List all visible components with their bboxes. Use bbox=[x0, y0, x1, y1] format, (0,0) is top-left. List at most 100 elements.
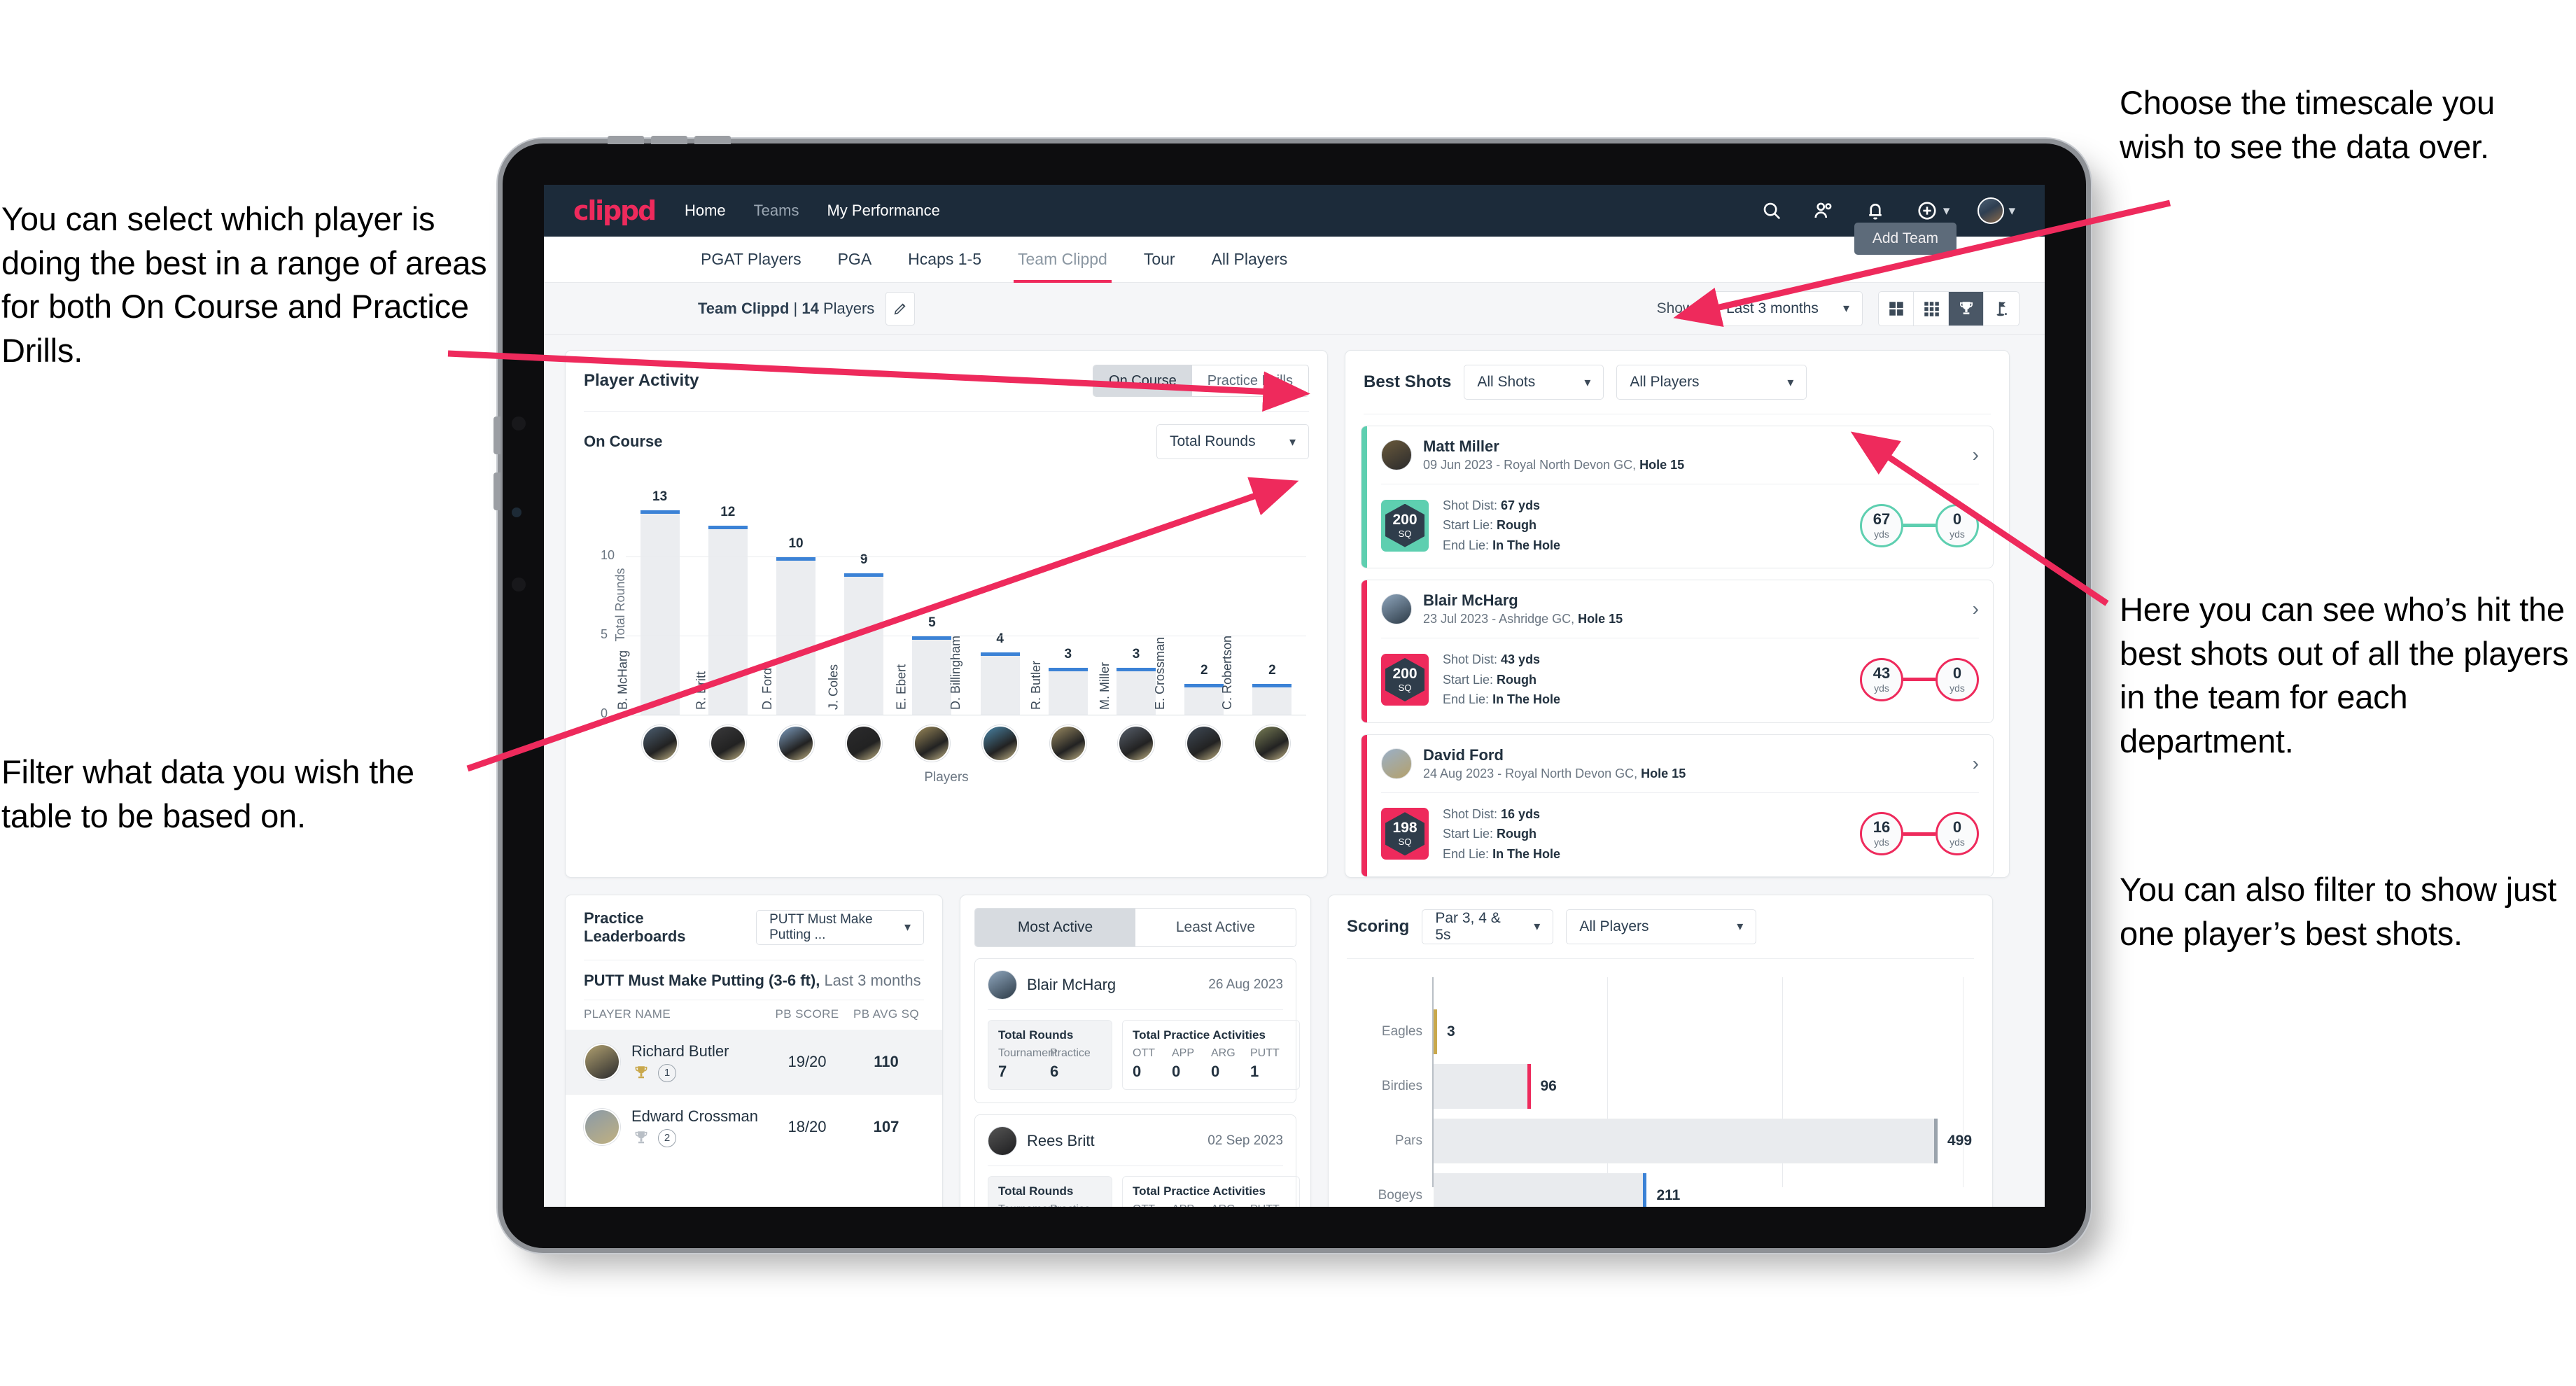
chart-bar-column[interactable]: 3 R. Butler bbox=[1029, 494, 1102, 715]
nav-link-home[interactable]: Home bbox=[685, 202, 726, 220]
tab-pgat-players[interactable]: PGAT Players bbox=[701, 237, 802, 283]
chart-bar-column[interactable]: 2 C. Robertson bbox=[1220, 494, 1306, 715]
search-icon[interactable] bbox=[1760, 199, 1784, 223]
section-tabbar: PGAT Players PGA Hcaps 1-5 Team Clippd T… bbox=[544, 223, 2045, 283]
total-practice-box: Total Practice ActivitiesOTTAPPARGPUTT00… bbox=[1122, 1019, 1300, 1090]
user-menu[interactable]: ▾ bbox=[1977, 197, 2015, 224]
scoring-bar[interactable] bbox=[1434, 1009, 1437, 1054]
chart-bar-column[interactable]: 4 D. Billingham bbox=[948, 494, 1034, 715]
chart-avatar[interactable] bbox=[1238, 725, 1306, 762]
leaderboard-subtitle: PUTT Must Make Putting (3-6 ft), Last 3 … bbox=[566, 960, 942, 1000]
practice-col-value: 0 bbox=[1133, 1062, 1142, 1080]
drill-select[interactable]: PUTT Must Make Putting ... ▾ bbox=[756, 909, 924, 945]
chart-bar[interactable]: R. Britt bbox=[694, 526, 748, 715]
practice-col-label: ARG bbox=[1211, 1203, 1250, 1207]
timescale-select[interactable]: Last 3 months ▾ bbox=[1713, 290, 1863, 326]
end-lie-value: In The Hole bbox=[1492, 846, 1561, 861]
tab-hcaps-1-5[interactable]: Hcaps 1-5 bbox=[908, 237, 981, 283]
bell-icon[interactable] bbox=[1863, 199, 1887, 223]
flag-icon-button[interactable] bbox=[1984, 292, 2019, 326]
leaderboard-player-name: Edward Crossman bbox=[631, 1107, 758, 1125]
par-select[interactable]: Par 3, 4 & 5s ▾ bbox=[1422, 909, 1554, 944]
avatar bbox=[988, 969, 1017, 1000]
col-player-name: PLAYER NAME bbox=[584, 1007, 671, 1021]
tab-pga[interactable]: PGA bbox=[838, 237, 872, 283]
chart-bar[interactable]: M. Miller bbox=[1098, 662, 1156, 715]
activity-item[interactable]: Blair McHarg 26 Aug 2023 Total Rounds Tourn… bbox=[974, 958, 1300, 1103]
scoring-value: 211 bbox=[1656, 1186, 1681, 1203]
tab-most-active[interactable]: Most Active bbox=[975, 908, 1135, 946]
scoring-bar[interactable] bbox=[1434, 1172, 1647, 1207]
scoring-row[interactable]: Birdies 96 bbox=[1345, 1063, 1975, 1109]
chevron-right-icon[interactable]: › bbox=[1973, 598, 1979, 620]
start-lie-value: Rough bbox=[1497, 827, 1537, 841]
chart-bar[interactable]: B. McHarg bbox=[615, 510, 680, 715]
chart-bar[interactable]: R. Butler bbox=[1029, 661, 1088, 715]
device-button-top-2 bbox=[651, 136, 687, 144]
shot-type-select[interactable]: All Shots ▾ bbox=[1464, 365, 1604, 400]
leaderboard-player-info: Edward Crossman 2 bbox=[631, 1107, 758, 1147]
add-menu[interactable]: ▾ bbox=[1915, 199, 1949, 223]
to-value: 0 bbox=[1952, 510, 1962, 528]
chevron-right-icon[interactable]: › bbox=[1973, 752, 1979, 775]
best-shot-identity: Matt Miller 09 Jun 2023 - Royal North Dev… bbox=[1423, 438, 1684, 472]
start-lie-label: Start Lie: bbox=[1443, 827, 1497, 841]
toggle-on-course[interactable]: On Course bbox=[1093, 365, 1192, 396]
tab-least-active[interactable]: Least Active bbox=[1135, 909, 1296, 946]
tab-tour[interactable]: Tour bbox=[1144, 237, 1175, 283]
scoring-bar[interactable] bbox=[1434, 1063, 1531, 1109]
chart-bar[interactable]: C. Robertson bbox=[1220, 636, 1292, 715]
tab-all-players[interactable]: All Players bbox=[1212, 237, 1288, 283]
chart-avatar[interactable] bbox=[1102, 725, 1170, 762]
chart-bar[interactable]: J. Coles bbox=[827, 573, 884, 715]
clippd-logo[interactable]: clippd bbox=[573, 195, 657, 226]
chart-bar[interactable]: E. Ebert bbox=[895, 636, 952, 715]
chart-avatar[interactable] bbox=[1034, 725, 1102, 762]
scoring-row[interactable]: Eagles 3 bbox=[1345, 1009, 1975, 1054]
chart-bar-column[interactable]: 13 B. McHarg bbox=[615, 489, 694, 715]
scoring-bar[interactable] bbox=[1434, 1118, 1938, 1163]
chart-avatar[interactable] bbox=[694, 725, 762, 762]
chart-bar[interactable]: E. Crossman bbox=[1153, 637, 1224, 715]
edit-team-button[interactable] bbox=[886, 291, 916, 326]
metric-select[interactable]: Total Rounds ▾ bbox=[1156, 424, 1309, 459]
trophy-icon-button[interactable] bbox=[1949, 291, 1984, 326]
chart-avatar[interactable] bbox=[762, 725, 830, 762]
chevron-right-icon[interactable]: › bbox=[1973, 444, 1979, 466]
chart-bar-column[interactable]: 12 R. Britt bbox=[694, 494, 762, 715]
grid-large-icon-button[interactable] bbox=[1879, 291, 1914, 326]
shot-distance-diagram: 43 yds 0 yds bbox=[1860, 657, 1979, 701]
rank-badge: 2 bbox=[658, 1128, 676, 1147]
practice-leaderboards-card: Practice Leaderboards PUTT Must Make Put… bbox=[565, 894, 943, 1207]
table-row[interactable]: Edward Crossman 2 18/20 107 bbox=[566, 1095, 942, 1160]
nav-link-teams[interactable]: Teams bbox=[754, 202, 799, 220]
chart-bar-column[interactable]: 9 J. Coles bbox=[827, 494, 898, 715]
chart-bar[interactable]: D. Billingham bbox=[948, 636, 1020, 715]
best-shot-item[interactable]: Matt Miller 09 Jun 2023 - Royal North Dev… bbox=[1361, 426, 1994, 569]
best-shots-player-select[interactable]: All Players ▾ bbox=[1616, 365, 1807, 400]
best-shot-item[interactable]: Blair McHarg 23 Jul 2023 - Ashridge GC, H… bbox=[1361, 580, 1994, 723]
best-shot-meta-prefix: 24 Aug 2023 - Royal North Devon GC, bbox=[1423, 766, 1642, 780]
chart-bar-column[interactable]: 10 D. Ford bbox=[760, 494, 830, 715]
plus-circle-icon[interactable] bbox=[1915, 199, 1939, 223]
nav-link-my-performance[interactable]: My Performance bbox=[827, 202, 939, 220]
tablet-device-frame: clippd Home Teams My Performance ▾ ▾ PGA… bbox=[493, 136, 2086, 1248]
avatar[interactable] bbox=[1977, 197, 2005, 224]
scoring-player-select[interactable]: All Players ▾ bbox=[1566, 909, 1757, 944]
chart-avatar[interactable] bbox=[626, 725, 694, 762]
tab-team-clippd[interactable]: Team Clippd bbox=[1014, 237, 1112, 283]
grid-small-icon-button[interactable] bbox=[1914, 291, 1949, 326]
best-shot-header: Blair McHarg 23 Jul 2023 - Ashridge GC, H… bbox=[1362, 580, 1993, 638]
scoring-row[interactable]: Pars 499 bbox=[1345, 1118, 1975, 1163]
chart-avatar[interactable] bbox=[898, 725, 966, 762]
toggle-practice-drills[interactable]: Practice Drills bbox=[1192, 365, 1308, 396]
scoring-row[interactable]: Bogeys 211 bbox=[1345, 1172, 1975, 1207]
chart-avatar[interactable] bbox=[966, 725, 1034, 762]
chart-avatar[interactable] bbox=[830, 725, 898, 762]
camera-dot-1 bbox=[512, 416, 526, 430]
activity-item[interactable]: Rees Britt 02 Sep 2023 Total Rounds Tournam… bbox=[974, 1114, 1300, 1207]
best-shot-item[interactable]: David Ford 24 Aug 2023 - Royal North Devo… bbox=[1361, 734, 1994, 877]
chart-avatar[interactable] bbox=[1170, 725, 1238, 762]
people-icon[interactable] bbox=[1812, 199, 1835, 223]
table-row[interactable]: Richard Butler 1 19/20 110 bbox=[566, 1029, 942, 1095]
